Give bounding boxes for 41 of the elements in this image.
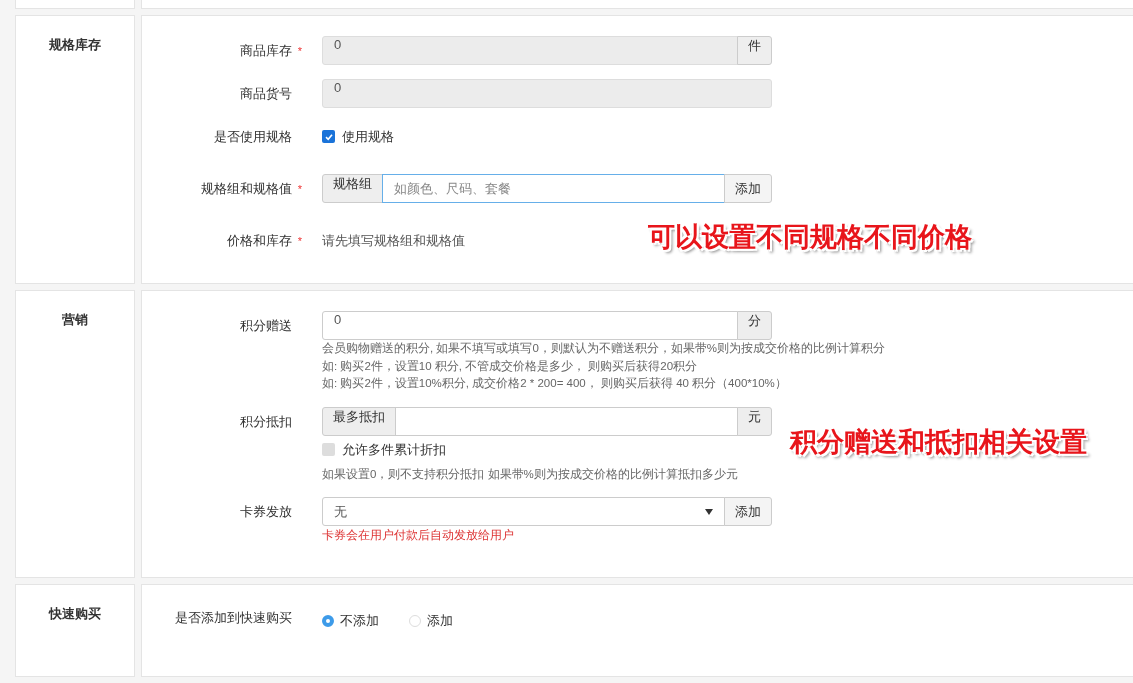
field-label: 商品货号 <box>240 86 292 101</box>
field-label: 卡券发放 <box>240 504 292 519</box>
annotation-text: 可以设置不同规格不同价格 <box>648 221 972 254</box>
select-field[interactable]: 无 <box>322 497 725 526</box>
help-text: 如: 购买2件，设置10%积分, 成交价格2 * 200= 400， 则购买后获得 40 积分（400*10%） <box>322 376 787 391</box>
help-text: 如: 购买2件，设置10 积分, 不管成交价格是多少， 则购买后获得20积分 <box>322 358 698 374</box>
note-text: 卡券会在用户付款后自动发放给用户 <box>322 528 515 543</box>
unit-addon: 件 <box>737 36 772 65</box>
prefix-addon: 最多抵扣 <box>322 406 396 436</box>
add-button[interactable]: 添加 <box>724 497 772 526</box>
checkbox-label: 使用规格 <box>342 128 394 146</box>
field-label: 是否添加到快速购买 <box>175 610 292 625</box>
annotation-text: 积分赠送和抵扣相关设置 <box>790 426 1087 459</box>
unit-addon: 元 <box>737 406 772 436</box>
radio-option[interactable]: 添加 <box>409 612 453 630</box>
field-label: 积分赠送 <box>240 318 292 333</box>
checkbox[interactable] <box>322 130 335 143</box>
section-title: 营销 <box>62 312 88 327</box>
add-button[interactable]: 添加 <box>724 174 772 203</box>
required-mark: * <box>297 182 302 197</box>
prefix-addon: 规格组 <box>322 174 383 203</box>
section-title: 快速购买 <box>49 606 101 621</box>
field-label: 规格组和规格值 <box>201 181 292 196</box>
caret-icon <box>705 508 713 515</box>
checkbox[interactable] <box>322 443 335 456</box>
required-mark: * <box>297 44 302 59</box>
radio-option[interactable]: 不添加 <box>322 612 379 630</box>
hint-text: 请先填写规格组和规格值 <box>322 233 465 248</box>
section-title: 规格库存 <box>49 37 101 52</box>
input-field[interactable] <box>395 406 738 436</box>
input-field[interactable]: 如颜色、尺码、套餐 <box>382 174 725 203</box>
field-label: 商品库存 <box>240 43 292 58</box>
help-text: 会员购物赠送的积分, 如果不填写或填写0，则默认为不赠送积分，如果带%则为按成交价格的比例计算积分 <box>322 341 885 356</box>
unit-addon: 分 <box>737 311 772 340</box>
required-mark: * <box>297 234 302 249</box>
help-text: 如果设置0，则不支持积分抵扣 如果带%则为按成交价格的比例计算抵扣多少元 <box>322 466 738 482</box>
field-label: 积分抵扣 <box>240 413 292 429</box>
field-label: 价格和库存 <box>227 233 292 248</box>
checkbox-label: 允许多件累计折扣 <box>342 440 446 459</box>
field-label: 是否使用规格 <box>214 129 292 144</box>
input-field[interactable]: 0 <box>322 311 738 340</box>
